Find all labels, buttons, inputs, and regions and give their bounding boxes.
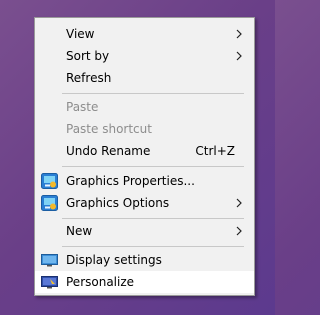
menu-item-paste-shortcut-label: Paste shortcut	[66, 122, 152, 136]
menu-item-sort-by[interactable]: Sort by	[35, 45, 254, 67]
personalize-screen-icon	[41, 276, 58, 289]
menu-item-new-label: New	[66, 224, 93, 238]
menu-separator	[62, 166, 244, 167]
menu-separator	[62, 93, 244, 94]
menu-item-undo-rename-label: Undo Rename	[66, 144, 151, 158]
menu-item-paste: Paste	[35, 96, 254, 118]
menu-item-paste-label: Paste	[66, 100, 99, 114]
menu-item-graphics-properties[interactable]: Graphics Properties...	[35, 170, 254, 192]
menu-item-graphics-properties-label: Graphics Properties...	[66, 174, 195, 188]
menu-item-undo-rename-shortcut: Ctrl+Z	[195, 144, 235, 158]
chevron-right-icon	[236, 51, 242, 61]
intel-graphics-icon	[41, 195, 58, 211]
menu-item-view[interactable]: View	[35, 23, 254, 45]
menu-item-personalize[interactable]: Personalize	[35, 271, 254, 293]
display-monitor-icon	[41, 254, 58, 267]
menu-item-sort-by-label: Sort by	[66, 49, 110, 63]
desktop-context-menu: View Sort by Refresh Paste Paste shortcu…	[34, 17, 255, 296]
chevron-right-icon	[236, 198, 242, 208]
menu-item-refresh-label: Refresh	[66, 71, 112, 85]
menu-item-graphics-options-label: Graphics Options	[66, 196, 170, 210]
menu-item-undo-rename[interactable]: Undo Rename Ctrl+Z	[35, 140, 254, 162]
chevron-right-icon	[236, 226, 242, 236]
menu-item-display-settings[interactable]: Display settings	[35, 249, 254, 271]
menu-separator	[62, 218, 244, 219]
menu-item-paste-shortcut: Paste shortcut	[35, 118, 254, 140]
chevron-right-icon	[236, 29, 242, 39]
menu-item-display-settings-label: Display settings	[66, 253, 162, 267]
menu-item-personalize-label: Personalize	[66, 275, 135, 289]
intel-graphics-icon	[41, 173, 58, 189]
menu-item-refresh[interactable]: Refresh	[35, 67, 254, 89]
menu-item-new[interactable]: New	[35, 220, 254, 242]
menu-separator	[62, 246, 244, 247]
menu-item-graphics-options[interactable]: Graphics Options	[35, 192, 254, 214]
menu-item-view-label: View	[66, 27, 95, 41]
